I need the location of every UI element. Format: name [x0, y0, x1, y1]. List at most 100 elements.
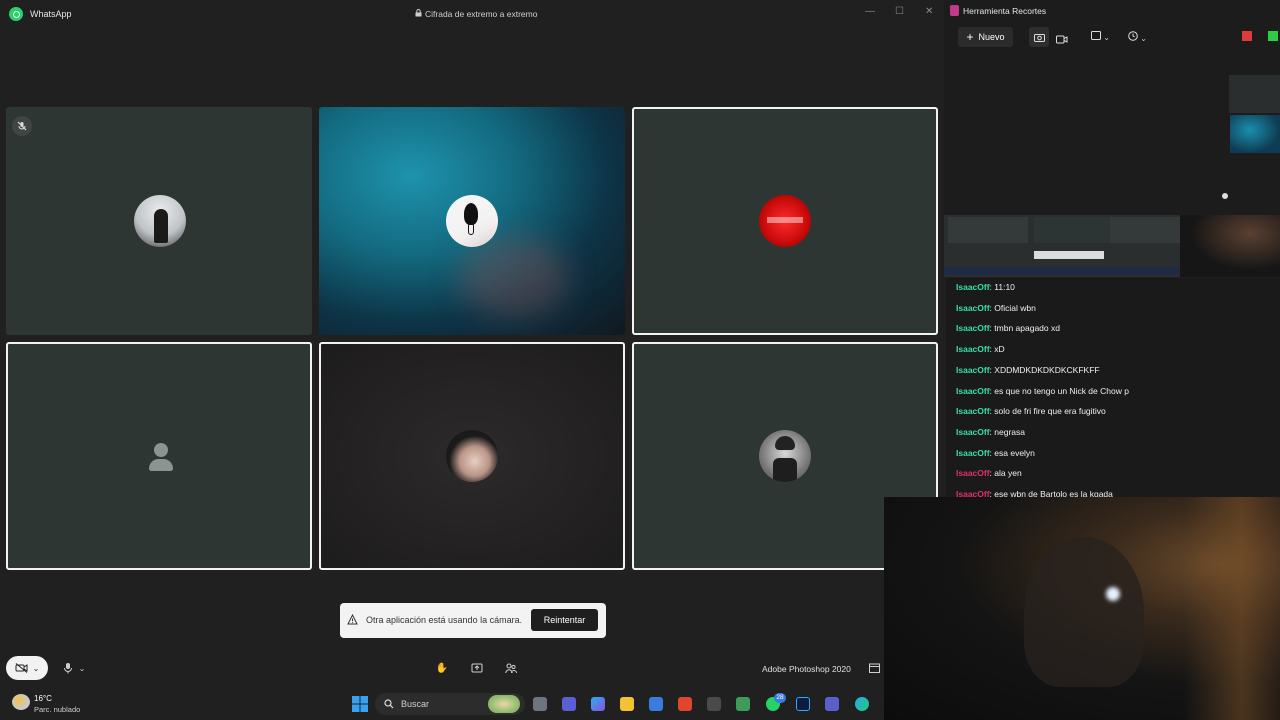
search-icon: [384, 699, 394, 709]
chat-username[interactable]: IsaacOff: [956, 323, 990, 333]
chat-username[interactable]: IsaacOff: [956, 427, 990, 437]
chat-text: : xD: [989, 344, 1005, 355]
participant-tile-active[interactable]: [632, 107, 938, 335]
participant-avatar: [446, 195, 498, 247]
participant-avatar: [759, 195, 811, 247]
chat-message: IsaacOff: ala yen: [956, 468, 1022, 478]
chat-username[interactable]: IsaacOff: [956, 303, 990, 313]
chat-text: : XDDMDKDKDKDKCKFKFF: [989, 364, 1100, 375]
chat-message: IsaacOff: esa evelyn: [956, 448, 1035, 458]
chat-text: : ala yen: [989, 468, 1022, 479]
chat-message: IsaacOff: XDDMDKDKDKDKCKFKFF: [956, 365, 1100, 375]
lock-icon: [415, 9, 422, 17]
preview-tile: [1034, 217, 1114, 243]
webcam-overlay: [884, 497, 1280, 720]
camera-in-use-toast: Otra aplicación está usando la cámara. R…: [340, 603, 606, 638]
chat-message: IsaacOff: Oficial wbn: [956, 303, 1036, 313]
preview-toast: [1034, 251, 1104, 259]
weather-temperature[interactable]: 16°C: [34, 694, 52, 703]
warning-icon: [347, 614, 358, 625]
chat-username[interactable]: IsaacOff: [956, 386, 990, 396]
snip-shape-dropdown[interactable]: ⌄: [1091, 31, 1110, 42]
photoshop-icon[interactable]: [796, 697, 810, 711]
whatsapp-unread-badge: 28: [774, 693, 786, 703]
new-snip-button[interactable]: + Nuevo: [958, 27, 1013, 47]
weather-description[interactable]: Parc. nublado: [34, 705, 80, 714]
microphone-icon: [63, 663, 72, 674]
chat-username[interactable]: IsaacOff: [956, 365, 990, 375]
task-view-icon[interactable]: [533, 697, 547, 711]
microphone-button[interactable]: ⌄: [56, 660, 92, 676]
maximize-button[interactable]: ☐: [895, 6, 904, 17]
calendar-icon[interactable]: [866, 660, 882, 676]
app-name: WhatsApp: [30, 9, 72, 19]
file-explorer-icon[interactable]: [620, 697, 634, 711]
chat-username[interactable]: IsaacOff: [956, 468, 990, 478]
title-bar: WhatsApp Cifrada de extremo a extremo — …: [0, 0, 943, 28]
chat-message: IsaacOff: xD: [956, 344, 1005, 354]
stream-chat: IsaacOff: 11:10 IsaacOff: Oficial wbn Isaa…: [946, 278, 1280, 498]
video-mode-button[interactable]: [1056, 31, 1068, 49]
mini-preview-thumbnail: [1230, 115, 1280, 153]
participant-avatar: [134, 195, 186, 247]
taskbar-preview-label: Adobe Photoshop 2020: [762, 664, 851, 674]
snipping-tool-window: Herramienta Recortes + Nuevo ⌄ ⌄: [944, 0, 1280, 215]
participant-tile[interactable]: [6, 107, 312, 335]
camera-toggle-button[interactable]: ⌄: [6, 656, 48, 680]
add-participant-button[interactable]: [502, 660, 520, 676]
chat-text: : Oficial wbn: [989, 302, 1036, 313]
chat-message: IsaacOff: solo de fri fire que era fugit…: [956, 406, 1106, 416]
share-screen-button[interactable]: [468, 660, 486, 676]
participant-tile[interactable]: [319, 107, 625, 335]
meet-app-icon[interactable]: [562, 697, 576, 711]
microsoft-store-icon[interactable]: [649, 697, 663, 711]
chat-username[interactable]: IsaacOff: [956, 282, 990, 292]
chat-username[interactable]: IsaacOff: [956, 448, 990, 458]
clock-icon: [1128, 31, 1138, 41]
delay-dropdown[interactable]: ⌄: [1128, 31, 1147, 43]
chat-text: : tmbn apagado xd: [989, 323, 1060, 334]
hand-icon: ✋: [435, 662, 449, 674]
video-icon: [1056, 35, 1068, 44]
chat-message: IsaacOff: tmbn apagado xd: [956, 323, 1060, 333]
close-button[interactable]: ✕: [925, 6, 933, 17]
weather-icon[interactable]: [12, 694, 30, 710]
rectangle-icon: [1091, 31, 1101, 40]
chat-text: : solo de fri fire que era fugitivo: [989, 406, 1106, 417]
tools-app-icon[interactable]: [707, 697, 721, 711]
participant-tile[interactable]: [6, 342, 312, 570]
preview-tile: [948, 217, 1028, 243]
chat-message: IsaacOff: es que no tengo un Nick de Cho…: [956, 386, 1129, 396]
toast-message: Otra aplicación está usando la cámara.: [366, 615, 523, 625]
default-avatar-icon: [135, 432, 187, 484]
preview-taskbar: [944, 267, 1184, 275]
snipping-tool-title: Herramienta Recortes: [963, 6, 1047, 16]
search-highlight-icon[interactable]: [488, 695, 520, 713]
participant-avatar: [759, 430, 811, 482]
chat-username[interactable]: IsaacOff: [956, 344, 990, 354]
chat-text: : es que no tengo un Nick de Chow p: [989, 385, 1129, 396]
stream-preview: [944, 215, 1280, 277]
whatsapp-window: WhatsApp Cifrada de extremo a extremo — …: [0, 0, 943, 690]
teams-icon[interactable]: [825, 697, 839, 711]
chat-username[interactable]: IsaacOff: [956, 406, 990, 416]
utility-app-icon[interactable]: [736, 697, 750, 711]
participant-tile[interactable]: [319, 342, 625, 570]
share-screen-icon: [471, 663, 483, 673]
raise-hand-button[interactable]: ✋: [433, 660, 451, 676]
search-placeholder: Buscar: [401, 699, 430, 709]
brave-browser-icon[interactable]: [678, 697, 692, 711]
copilot-icon[interactable]: [591, 697, 605, 711]
chat-message: IsaacOff: 11:10: [956, 282, 1015, 292]
chat-text: : negrasa: [989, 426, 1025, 437]
preview-dot: [1222, 193, 1228, 199]
retry-button[interactable]: Reintentar: [531, 609, 598, 631]
edge-browser-icon[interactable]: [855, 697, 869, 711]
green-app-icon[interactable]: [1268, 31, 1278, 41]
windows-start-icon[interactable]: [352, 696, 368, 712]
chat-message: IsaacOff: negrasa: [956, 427, 1025, 437]
screenshot-mode-button[interactable]: [1029, 27, 1049, 47]
minimize-button[interactable]: —: [865, 6, 875, 17]
twitch-like-icon[interactable]: [1242, 31, 1252, 41]
camera-off-icon: [15, 663, 28, 673]
